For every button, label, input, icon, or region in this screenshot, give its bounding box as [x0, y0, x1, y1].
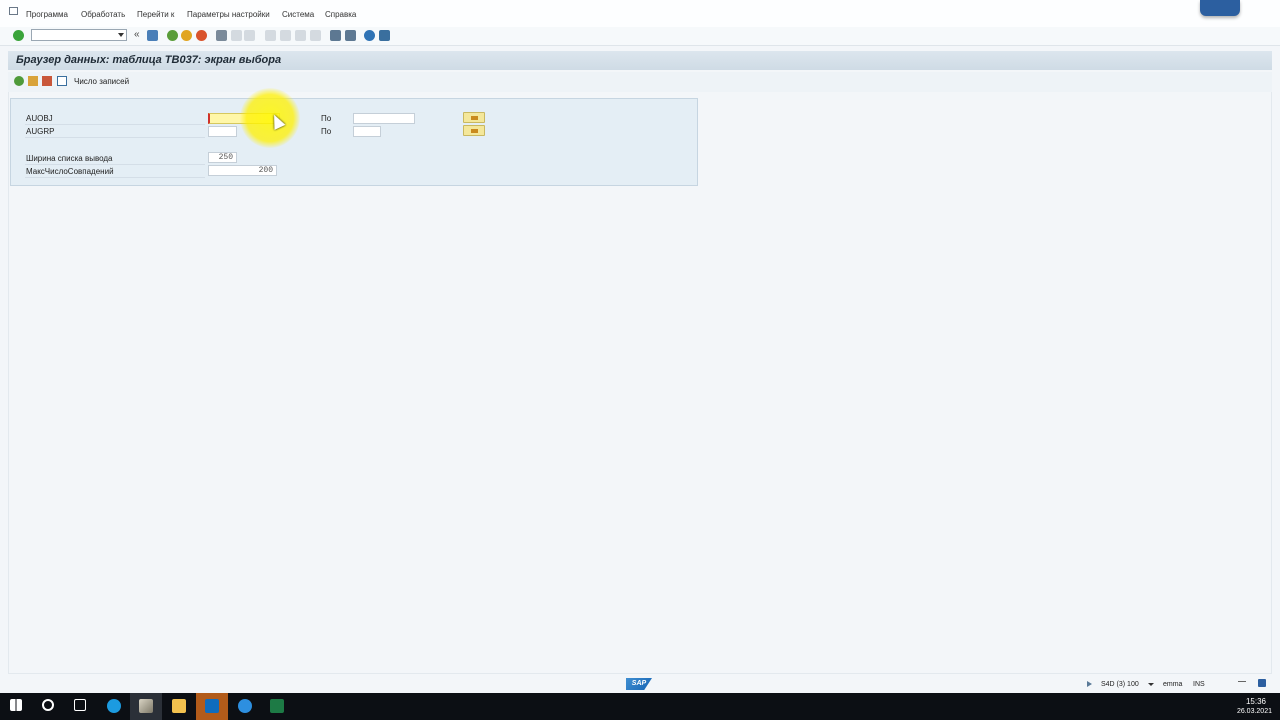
user-name: emma — [1163, 681, 1183, 688]
file-explorer-icon[interactable] — [172, 699, 186, 713]
cancel-icon[interactable] — [196, 30, 207, 41]
output-width-input[interactable]: 250 — [208, 152, 237, 163]
auobj-label: AUOBJ — [26, 114, 53, 123]
print-icon[interactable] — [216, 30, 227, 41]
layout-menu-icon[interactable] — [379, 30, 390, 41]
windows-taskbar: 15:36 26.03.2021 — [0, 693, 1280, 720]
augrp-label: AUGRP — [26, 127, 55, 136]
task-view-icon[interactable] — [74, 699, 86, 711]
skype-icon[interactable] — [107, 699, 121, 713]
exit-icon[interactable] — [181, 30, 192, 41]
chevron-down-icon[interactable] — [118, 33, 124, 37]
execute-icon[interactable] — [14, 76, 24, 86]
augrp-from-input[interactable] — [208, 126, 237, 137]
max-hits-input[interactable]: 200 — [208, 165, 277, 176]
save-icon[interactable] — [147, 30, 158, 41]
max-hits-label: МаксЧислоСовпадений — [26, 167, 114, 176]
menu-bar: Программа Обработать Перейти к Параметры… — [0, 0, 1280, 28]
status-expand-icon[interactable] — [1087, 681, 1092, 687]
sap-logon-icon — [139, 699, 153, 713]
last-page-icon — [310, 30, 321, 41]
info-icon[interactable] — [57, 76, 67, 86]
auobj-divider — [25, 124, 205, 125]
outlook-icon — [205, 699, 219, 713]
collapse-icon[interactable]: « — [134, 29, 140, 40]
page-title: Браузер данных: таблица TB037: экран выб… — [16, 54, 282, 66]
clock-date[interactable]: 26.03.2021 — [1237, 708, 1272, 715]
system-info[interactable]: S4D (3) 100 — [1101, 681, 1139, 688]
edge-icon[interactable] — [238, 699, 252, 713]
multiple-selection-icon[interactable] — [28, 76, 38, 86]
augrp-multiple-selection-button[interactable] — [463, 125, 485, 136]
find-next-icon — [244, 30, 255, 41]
augrp-to-label: По — [321, 127, 332, 136]
augrp-to-input[interactable] — [353, 126, 381, 137]
excel-icon[interactable] — [270, 699, 284, 713]
menu-goto[interactable]: Перейти к — [137, 10, 174, 19]
auobj-to-label: По — [321, 114, 332, 123]
menu-help[interactable]: Справка — [325, 10, 356, 19]
number-of-records-button[interactable]: Число записей — [74, 77, 129, 86]
shortcut-icon[interactable] — [345, 30, 356, 41]
sap-logo: SAP — [626, 678, 652, 690]
chevron-down-icon[interactable] — [1148, 683, 1154, 686]
help-icon[interactable] — [364, 30, 375, 41]
new-session-icon[interactable] — [330, 30, 341, 41]
standard-toolbar: « — [0, 27, 1280, 46]
menu-program[interactable]: Программа — [26, 10, 68, 19]
auobj-multiple-selection-button[interactable] — [463, 112, 485, 123]
window-menu-icon[interactable] — [9, 7, 18, 15]
previous-page-icon — [280, 30, 291, 41]
status-bar: SAP S4D (3) 100 emma INS — [0, 676, 1280, 693]
first-page-icon — [265, 30, 276, 41]
active-task-outlook[interactable] — [196, 693, 228, 720]
search-icon[interactable] — [42, 699, 54, 711]
next-page-icon — [295, 30, 306, 41]
insert-mode[interactable]: INS — [1193, 681, 1205, 688]
output-width-label: Ширина списка вывода — [26, 154, 113, 163]
command-field[interactable] — [31, 29, 127, 41]
menu-system[interactable]: Система — [282, 10, 314, 19]
output-width-divider — [25, 164, 205, 165]
active-task-sap[interactable] — [130, 693, 162, 720]
menu-settings[interactable]: Параметры настройки — [187, 10, 270, 19]
windows-start-icon[interactable] — [10, 699, 22, 711]
clock-time[interactable]: 15:36 — [1246, 697, 1266, 706]
auobj-to-input[interactable] — [353, 113, 415, 124]
title-bar: Браузер данных: таблица TB037: экран выб… — [8, 51, 1272, 70]
application-toolbar: Число записей — [8, 72, 1272, 92]
enter-check-icon[interactable] — [13, 30, 24, 41]
find-icon — [231, 30, 242, 41]
lock-icon[interactable] — [1258, 679, 1266, 687]
selection-panel: AUOBJ По AUGRP По Ширина списка вывода 2… — [10, 98, 698, 186]
window-controls[interactable] — [1200, 0, 1240, 16]
status-divider-icon — [1238, 681, 1246, 682]
augrp-divider — [25, 137, 205, 138]
selection-options-icon[interactable] — [42, 76, 52, 86]
menu-edit[interactable]: Обработать — [81, 10, 125, 19]
max-hits-divider — [25, 177, 205, 178]
back-icon[interactable] — [167, 30, 178, 41]
